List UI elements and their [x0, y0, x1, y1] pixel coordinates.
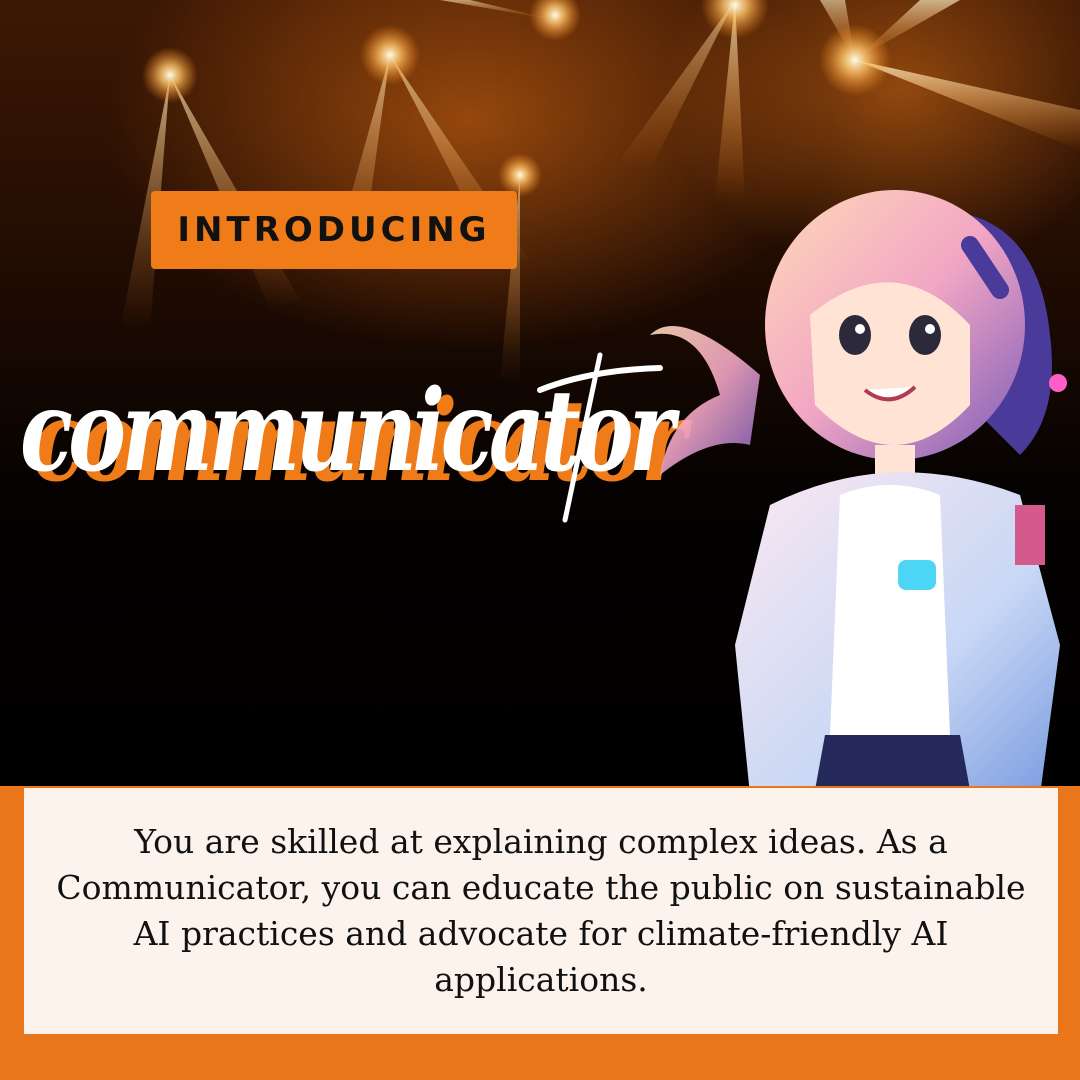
description-panel: You are skilled at explaining complex id…: [24, 788, 1058, 1034]
introducing-label: INTRODUCING: [177, 210, 491, 250]
introducing-badge: INTRODUCING: [151, 191, 517, 269]
description-text: You are skilled at explaining complex id…: [56, 822, 1026, 999]
stage-background: INTRODUCING communicator communicator: [0, 0, 1080, 790]
description-card: You are skilled at explaining complex id…: [0, 786, 1080, 1080]
title-text: communicator: [20, 366, 680, 497]
title-script: communicator communicator: [20, 352, 698, 523]
character-illustration: [650, 190, 1067, 790]
spotlight-glows: [142, 0, 891, 197]
